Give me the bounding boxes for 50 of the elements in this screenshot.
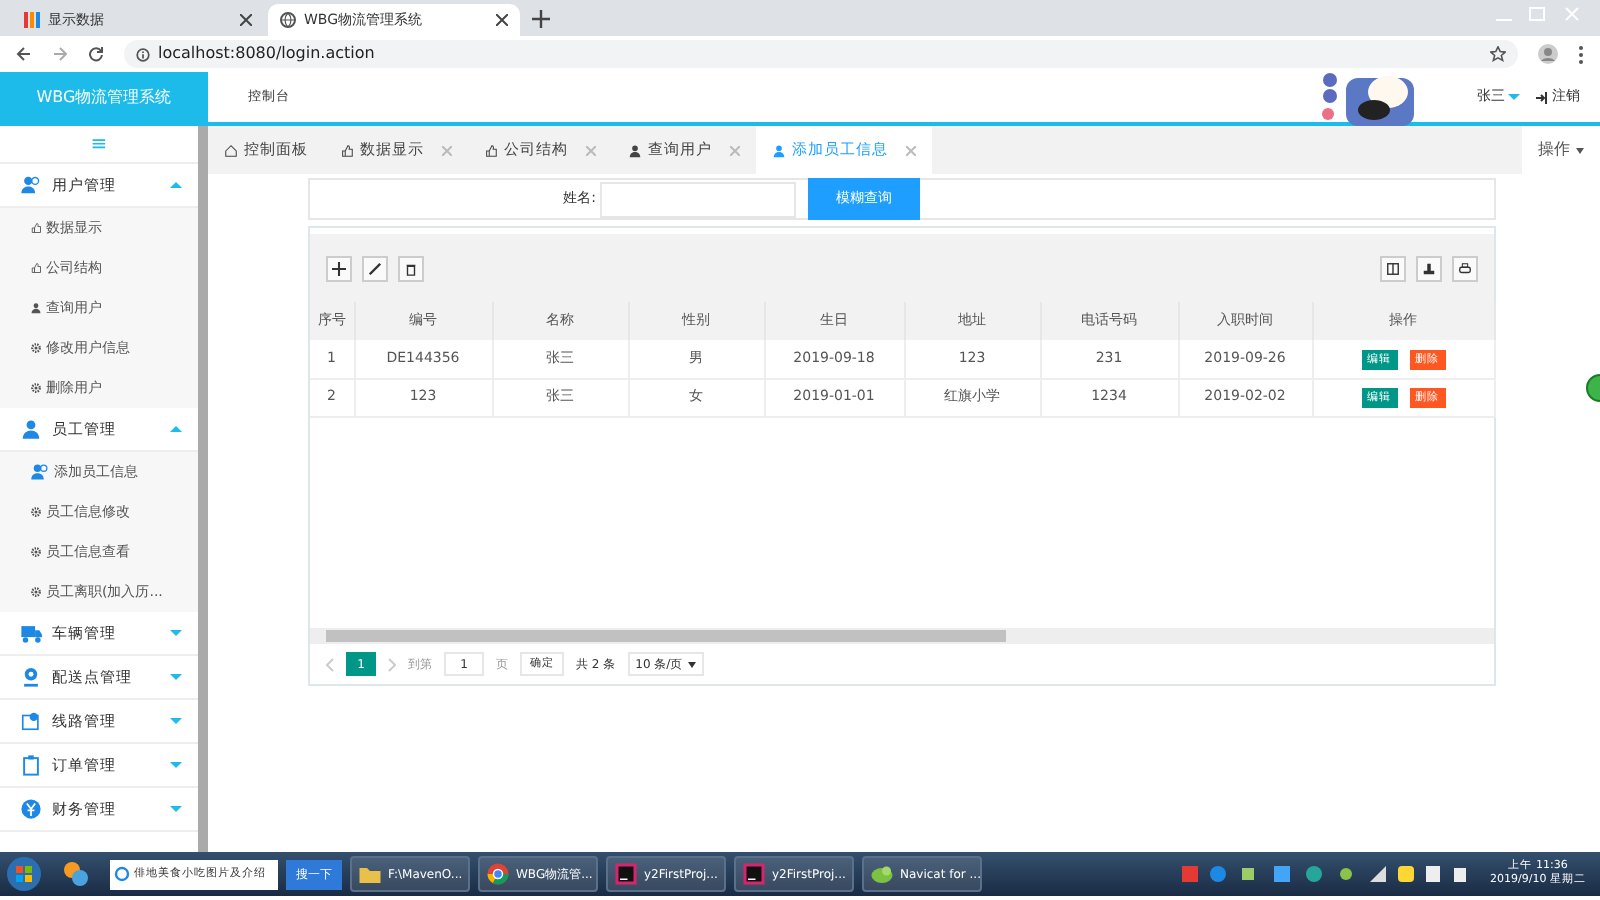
close-icon[interactable] bbox=[496, 14, 508, 26]
app-icon bbox=[24, 12, 40, 28]
info-icon bbox=[136, 47, 150, 61]
yen-icon bbox=[20, 798, 42, 820]
thumbs-up-icon bbox=[30, 262, 42, 274]
location-pin-icon bbox=[20, 666, 42, 688]
globe-icon bbox=[280, 12, 296, 28]
columns-icon[interactable] bbox=[1380, 255, 1406, 281]
thumbs-up-icon bbox=[340, 143, 354, 157]
menu-icon[interactable] bbox=[1578, 45, 1584, 63]
thumbs-up-icon bbox=[484, 143, 498, 157]
users-icon bbox=[30, 462, 50, 482]
logout-icon bbox=[1536, 91, 1549, 103]
star-icon[interactable] bbox=[1490, 46, 1506, 62]
add-icon[interactable] bbox=[326, 255, 352, 281]
print-icon[interactable] bbox=[1452, 255, 1478, 281]
gear-icon bbox=[30, 382, 42, 394]
clipboard-icon bbox=[20, 754, 42, 776]
user-icon bbox=[20, 418, 42, 440]
user-icon bbox=[628, 143, 642, 157]
browser-icon bbox=[114, 866, 130, 882]
address-bar[interactable]: localhost:8080/login.action bbox=[124, 40, 1518, 68]
ide-icon bbox=[614, 862, 638, 886]
browser-icon bbox=[486, 862, 510, 886]
gear-icon bbox=[30, 546, 42, 558]
reload-icon[interactable] bbox=[88, 46, 104, 62]
folder-icon bbox=[358, 862, 382, 886]
gear-icon bbox=[30, 342, 42, 354]
back-icon[interactable] bbox=[16, 46, 32, 62]
new-tab-icon[interactable] bbox=[532, 10, 550, 28]
app-icon[interactable] bbox=[62, 860, 90, 888]
gear-icon bbox=[30, 506, 42, 518]
app-logo: WBG物流管理系统 bbox=[0, 72, 208, 122]
gear-icon bbox=[30, 586, 42, 598]
profile-icon[interactable] bbox=[1538, 44, 1558, 64]
user-icon bbox=[30, 302, 42, 314]
tab-menu[interactable]: 操作 bbox=[1522, 126, 1600, 174]
home-icon bbox=[224, 143, 238, 157]
trash-icon[interactable] bbox=[398, 255, 424, 281]
user-icon bbox=[772, 143, 786, 157]
edit-icon[interactable] bbox=[362, 255, 388, 281]
export-icon[interactable] bbox=[1416, 255, 1442, 281]
users-icon bbox=[20, 174, 42, 196]
app-icon bbox=[870, 862, 894, 886]
close-icon[interactable] bbox=[240, 14, 252, 26]
start-button-icon[interactable] bbox=[6, 856, 42, 892]
thumbs-up-icon bbox=[30, 222, 42, 234]
ide-icon bbox=[742, 862, 766, 886]
truck-icon bbox=[20, 622, 42, 644]
name-input[interactable] bbox=[600, 181, 796, 217]
